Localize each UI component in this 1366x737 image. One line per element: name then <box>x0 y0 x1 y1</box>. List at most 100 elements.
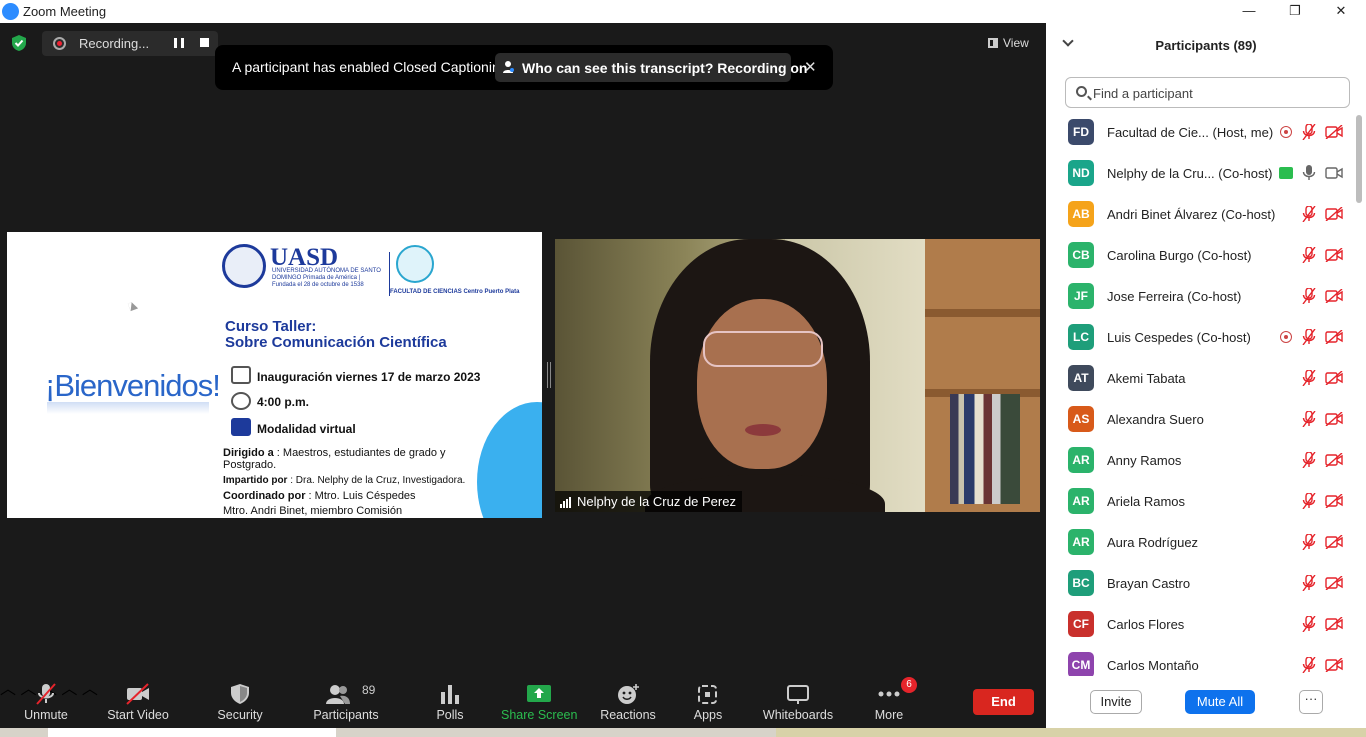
video-camera-off-icon[interactable] <box>1325 370 1343 386</box>
audio-options-chevron-icon[interactable]: ︿ <box>0 681 16 698</box>
shelf-board <box>925 309 1040 317</box>
participant-row[interactable]: AR Anny Ramos <box>1046 442 1354 483</box>
microphone-muted-icon[interactable] <box>1302 410 1316 428</box>
transcript-visibility-button[interactable]: Who can see this transcript? Recording o… <box>495 53 1005 82</box>
whiteboards-options-chevron-icon[interactable]: ︿ <box>82 681 98 698</box>
committee-text: Mtro. Andri Binet, miembro Comisión <box>223 505 403 517</box>
person-icon <box>503 61 514 73</box>
share-screen-button[interactable]: Share Screen <box>501 675 577 728</box>
microphone-icon[interactable] <box>1302 165 1316 181</box>
stop-recording-button[interactable] <box>200 38 209 47</box>
maximize-button[interactable]: ❐ <box>1272 0 1318 23</box>
microphone-muted-icon[interactable] <box>1302 656 1316 674</box>
microphone-muted-icon[interactable] <box>1302 615 1316 633</box>
participant-row[interactable]: BC Brayan Castro <box>1046 565 1354 606</box>
participant-row[interactable]: AR Ariela Ramos <box>1046 483 1354 524</box>
participant-name: Luis Cespedes (Co-host) <box>1107 330 1251 345</box>
avatar: AB <box>1068 201 1094 227</box>
microphone-muted-icon[interactable] <box>1302 574 1316 592</box>
participant-row[interactable]: CF Carlos Flores <box>1046 606 1354 647</box>
microphone-muted-icon[interactable] <box>1302 246 1316 264</box>
meeting-toolbar: Unmute ︿ Start Video ︿ Security 89 Parti… <box>0 675 1046 728</box>
polls-label: Polls <box>436 708 464 722</box>
participants-label: Participants <box>313 708 379 722</box>
participant-name: Carlos Flores <box>1107 617 1185 632</box>
microphone-muted-icon[interactable] <box>1302 287 1316 305</box>
participant-search-input[interactable] <box>1093 83 1343 103</box>
video-camera-off-icon[interactable] <box>1325 534 1343 550</box>
view-label: View <box>1003 36 1029 50</box>
split-view-divider[interactable] <box>547 362 551 388</box>
video-camera-off-icon[interactable] <box>1325 452 1343 468</box>
polls-button[interactable]: Polls <box>430 675 470 728</box>
faculty-name: FACULTAD DE CIENCIAS Centro Puerto Plata <box>390 289 520 295</box>
mouse-cursor-icon <box>127 300 139 312</box>
end-meeting-button[interactable]: End <box>973 689 1034 715</box>
whiteboard-icon <box>787 685 809 704</box>
panel-more-options-button[interactable]: ··· <box>1299 690 1323 714</box>
microphone-muted-icon[interactable] <box>1302 123 1316 141</box>
video-camera-off-icon[interactable] <box>1325 493 1343 509</box>
avatar: AR <box>1068 488 1094 514</box>
microphone-muted-icon[interactable] <box>1302 328 1316 346</box>
participants-panel: Participants (89) FD Facultad de Cie... (… <box>1046 23 1366 728</box>
reactions-smile-icon <box>618 684 639 704</box>
participant-row[interactable]: CM Carlos Montaño <box>1046 647 1354 676</box>
minimize-button[interactable]: — <box>1226 0 1272 23</box>
participant-row[interactable]: AS Alexandra Suero <box>1046 401 1354 442</box>
participants-button[interactable]: 89 Participants <box>311 675 381 728</box>
video-camera-off-icon[interactable] <box>1325 411 1343 427</box>
microphone-muted-icon[interactable] <box>1302 205 1316 223</box>
video-camera-off-icon[interactable] <box>1325 616 1343 632</box>
invite-button[interactable]: Invite <box>1090 690 1142 714</box>
participant-search-box[interactable] <box>1065 77 1350 108</box>
audience-text: Dirigido a : Maestros, estudiantes de gr… <box>223 447 483 471</box>
microphone-muted-icon[interactable] <box>1302 533 1316 551</box>
start-video-label: Start Video <box>107 708 169 722</box>
video-camera-off-icon[interactable] <box>1325 329 1343 345</box>
scrollbar-thumb[interactable] <box>1356 115 1362 203</box>
participant-row[interactable]: JF Jose Ferreira (Co-host) <box>1046 278 1354 319</box>
participant-list-scrollbar[interactable] <box>1356 115 1362 673</box>
participant-row[interactable]: AR Aura Rodríguez <box>1046 524 1354 565</box>
reactions-label: Reactions <box>600 708 656 722</box>
video-camera-off-icon[interactable] <box>1325 124 1343 140</box>
reactions-button[interactable]: Reactions <box>600 675 656 728</box>
microphone-muted-icon[interactable] <box>1302 492 1316 510</box>
avatar: BC <box>1068 570 1094 596</box>
participant-row[interactable]: AB Andri Binet Álvarez (Co-host) <box>1046 196 1354 237</box>
event-time: 4:00 p.m. <box>257 395 310 409</box>
video-camera-off-icon[interactable] <box>1325 575 1343 591</box>
video-camera-off-icon[interactable] <box>1325 247 1343 263</box>
welcome-text: ¡Bienvenidos! <box>45 368 221 403</box>
microphone-muted-icon[interactable] <box>1302 451 1316 469</box>
video-camera-off-icon[interactable] <box>1325 657 1343 673</box>
pause-recording-button[interactable] <box>174 38 184 48</box>
video-camera-icon[interactable] <box>1325 166 1343 180</box>
unmute-button[interactable]: Unmute <box>18 675 74 728</box>
participant-row[interactable]: CB Carolina Burgo (Co-host) <box>1046 237 1354 278</box>
connection-signal-icon <box>560 497 572 508</box>
participant-row[interactable]: AT Akemi Tabata <box>1046 360 1354 401</box>
close-notice-button[interactable]: ✕ <box>804 58 817 76</box>
microphone-muted-icon[interactable] <box>1302 369 1316 387</box>
participant-row[interactable]: LC Luis Cespedes (Co-host) <box>1046 319 1354 360</box>
security-button[interactable]: Security <box>214 675 266 728</box>
participant-row[interactable]: ND Nelphy de la Cru... (Co-host) <box>1046 155 1354 196</box>
search-icon <box>1076 86 1087 97</box>
video-camera-off-icon[interactable] <box>1325 206 1343 222</box>
close-window-button[interactable]: ✕ <box>1318 0 1364 23</box>
apps-button[interactable]: Apps <box>690 675 726 728</box>
mute-all-button[interactable]: Mute All <box>1185 690 1255 714</box>
participant-video-tile[interactable]: Nelphy de la Cruz de Perez <box>555 239 1040 512</box>
whiteboards-button[interactable]: Whiteboards <box>760 675 836 728</box>
encryption-shield-icon[interactable] <box>10 34 28 52</box>
taskbar-tray-area <box>776 728 1366 737</box>
start-video-button[interactable]: Start Video <box>104 675 172 728</box>
participant-row[interactable]: FD Facultad de Cie... (Host, me) <box>1046 114 1354 155</box>
video-person <box>697 299 827 469</box>
video-camera-off-icon[interactable] <box>1325 288 1343 304</box>
more-label: More <box>874 708 904 722</box>
view-button[interactable]: View <box>982 32 1036 54</box>
taskbar-search-area[interactable] <box>48 728 336 737</box>
